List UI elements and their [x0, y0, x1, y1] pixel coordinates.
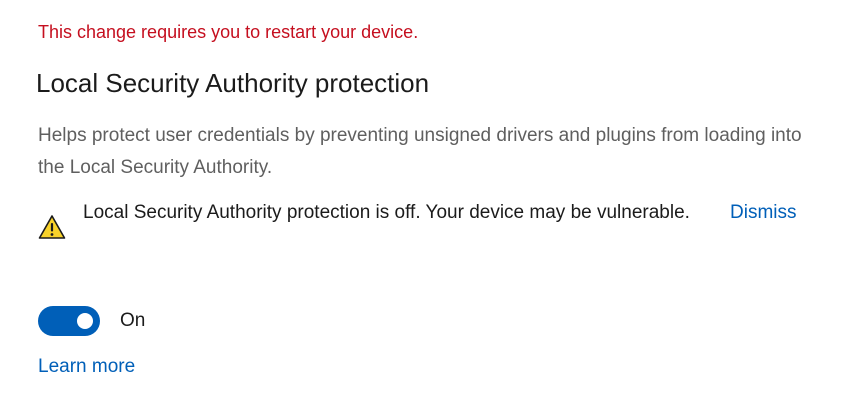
protection-toggle-row: On	[38, 305, 145, 337]
dismiss-link[interactable]: Dismiss	[730, 198, 797, 228]
restart-notice: This change requires you to restart your…	[38, 22, 419, 42]
section-title: Local Security Authority protection	[36, 68, 430, 98]
section-description: Helps protect user credentials by preven…	[38, 125, 802, 178]
warning-text: Local Security Authority protection is o…	[83, 202, 690, 223]
toggle-knob	[77, 313, 93, 329]
learn-more-link[interactable]: Learn more	[38, 356, 135, 378]
protection-toggle-switch[interactable]	[38, 306, 100, 336]
warning-triangle-icon	[38, 214, 66, 240]
toggle-state-label: On	[120, 310, 146, 331]
